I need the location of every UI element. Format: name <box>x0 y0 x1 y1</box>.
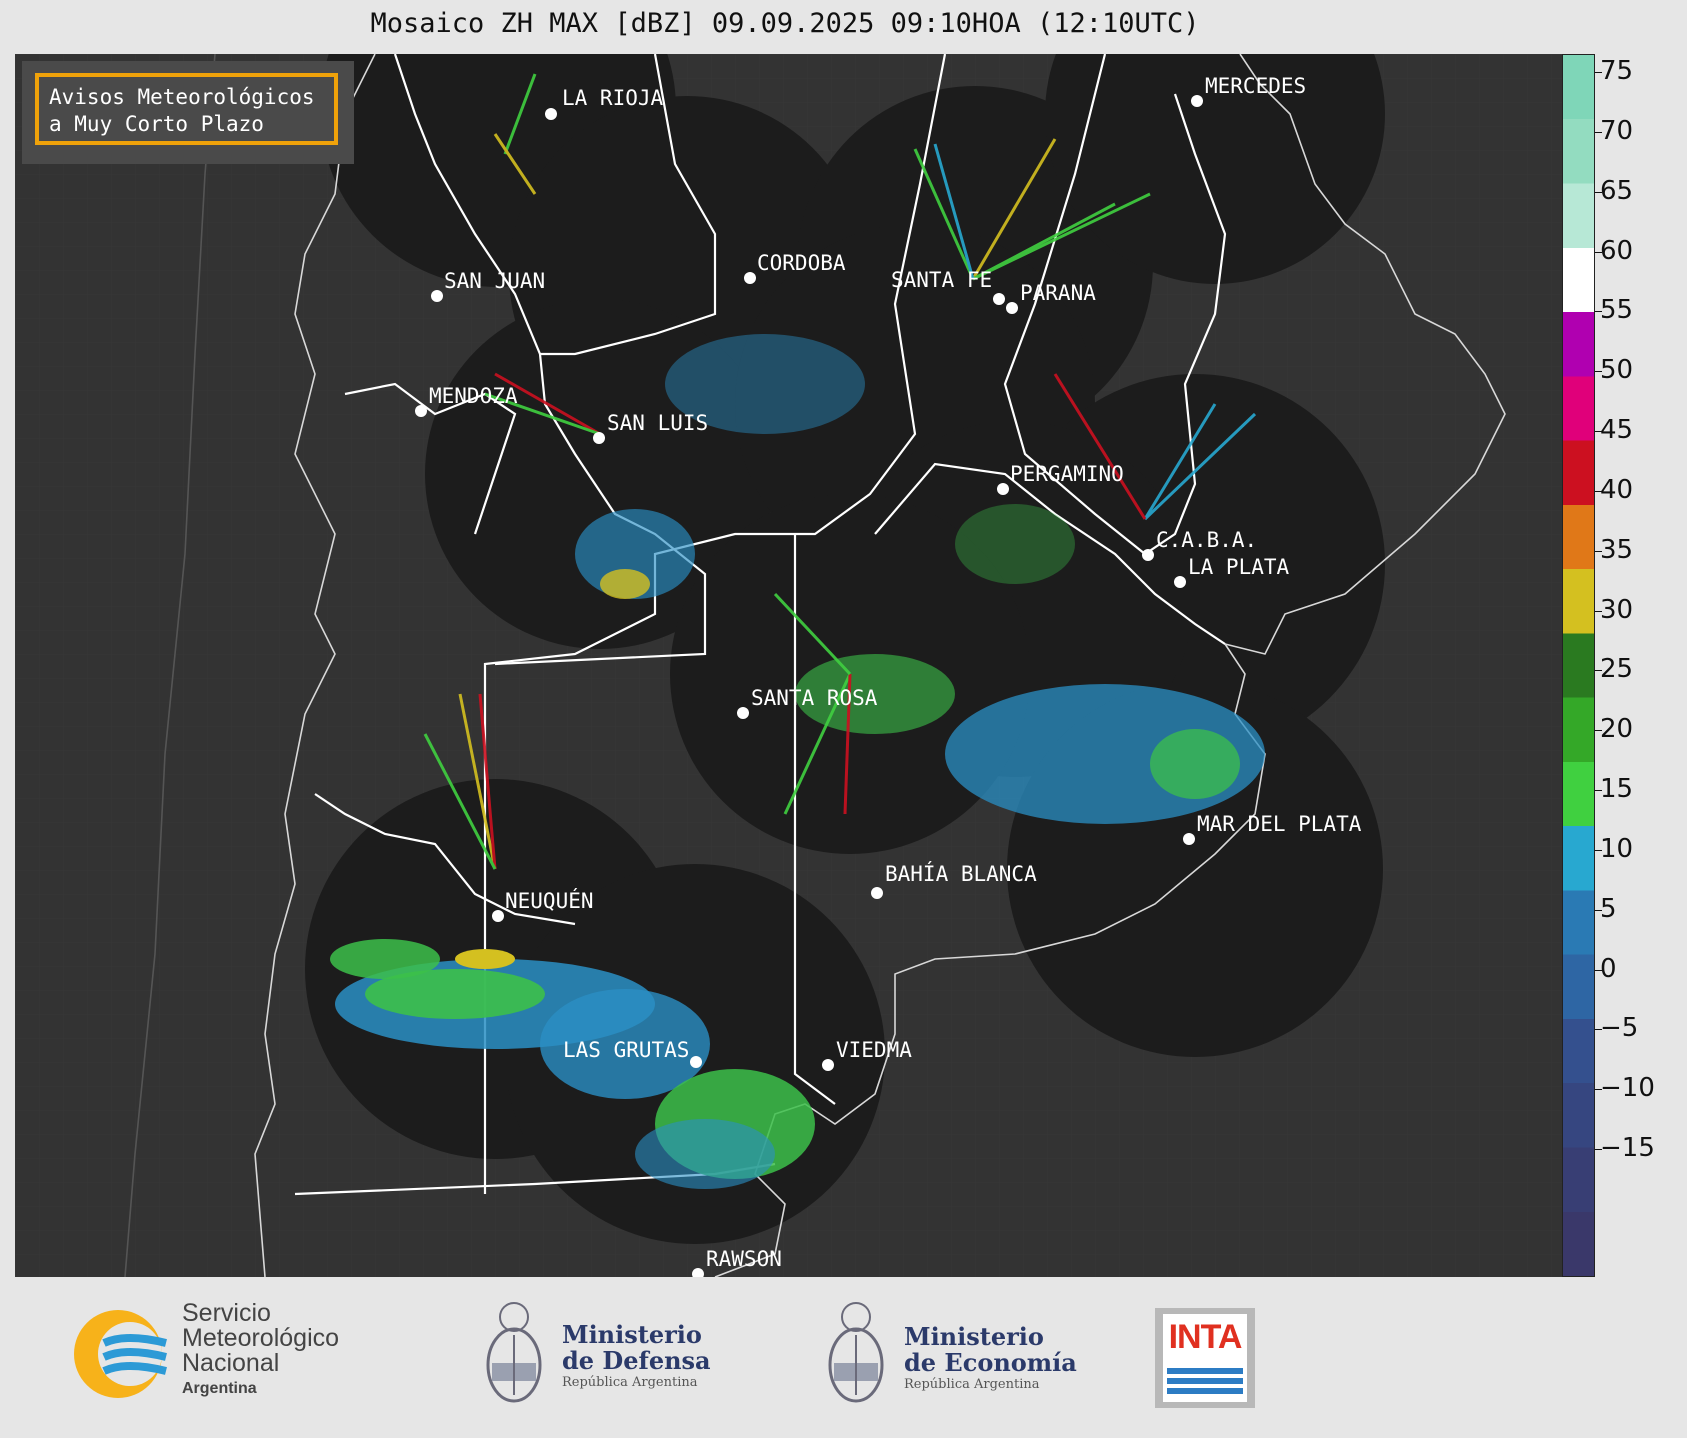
city-label-bahia-blanca: BAHÍA BLANCA <box>885 862 1037 886</box>
defensa-coat-of-arms-icon <box>486 1302 542 1403</box>
city-dot-mendoza <box>415 405 427 417</box>
city-dot-santa-fe <box>993 293 1005 305</box>
city-label-santa-fe: SANTA FE <box>891 268 993 292</box>
city-label-pergamino: PERGAMINO <box>1010 462 1124 486</box>
colorbar-tick-label: 40 <box>1600 474 1634 505</box>
economia-line1: Ministerio <box>904 1322 1044 1351</box>
smn-name: Servicio Meteorológico Nacional Argentin… <box>182 1301 339 1401</box>
economia-line3: República Argentina <box>904 1377 1040 1392</box>
city-label-mercedes: MERCEDES <box>1205 74 1307 98</box>
city-dot-san-juan <box>431 290 443 302</box>
inta-logo: INTA <box>1155 1308 1255 1408</box>
colorbar-tick-label: 70 <box>1600 115 1634 146</box>
city-dot-santa-rosa <box>737 707 749 719</box>
city-label-la-rioja: LA RIOJA <box>562 86 664 110</box>
city-dot-la-rioja <box>545 108 557 120</box>
colorbar-tick-label: 45 <box>1600 415 1634 445</box>
city-dot-cordoba <box>744 272 756 284</box>
defensa-line3: República Argentina <box>562 1375 698 1390</box>
colorbar-tick-label: 0 <box>1600 953 1617 984</box>
city-label-viedma: VIEDMA <box>836 1038 912 1062</box>
city-label-santa-rosa: SANTA ROSA <box>751 686 878 710</box>
economia-name: Ministerio de Economía República Argenti… <box>904 1324 1077 1394</box>
city-dot-la-plata <box>1174 576 1186 588</box>
colorbar-tick-label: −15 <box>1600 1133 1655 1163</box>
advisory-box[interactable]: Avisos Meteorológicos a Muy Corto Plazo <box>35 73 338 145</box>
city-dot-mar-del-plata <box>1183 833 1195 845</box>
colorbar <box>1562 54 1595 1277</box>
smn-line4: Argentina <box>182 1380 257 1397</box>
city-dot-mercedes <box>1191 95 1203 107</box>
city-dot-caba <box>1142 549 1154 561</box>
colorbar-tick-label: −10 <box>1600 1073 1655 1104</box>
city-dot-pergamino <box>997 483 1009 495</box>
colorbar-tick-label: 5 <box>1600 893 1617 924</box>
colorbar-tick-label: 55 <box>1600 295 1634 326</box>
colorbar-tick-label: 30 <box>1600 594 1634 625</box>
city-dot-viedma <box>822 1059 834 1071</box>
colorbar-tick-label: 20 <box>1600 714 1634 745</box>
economia-line2: de Economía <box>904 1348 1077 1377</box>
colorbar-tick-label: 60 <box>1600 235 1634 266</box>
advisory-line2: a Muy Corto Plazo <box>49 112 264 136</box>
defensa-line1: Ministerio <box>562 1320 702 1349</box>
colorbar-tick-label: 50 <box>1600 355 1634 386</box>
economia-coat-of-arms-icon <box>828 1302 884 1403</box>
defensa-name: Ministerio de Defensa República Argentin… <box>562 1322 711 1392</box>
footer: Servicio Meteorológico Nacional Argentin… <box>0 1277 1687 1438</box>
colorbar-tick-label: 75 <box>1600 56 1634 86</box>
colorbar-tick-label: 15 <box>1600 774 1634 804</box>
colorbar-tick-label: 65 <box>1600 175 1634 206</box>
city-label-san-juan: SAN JUAN <box>444 269 546 293</box>
city-label-caba: C.A.B.A. <box>1156 528 1258 552</box>
city-dot-san-luis <box>593 432 605 444</box>
colorbar-tick-label: 10 <box>1600 833 1634 864</box>
city-label-parana: PARANA <box>1020 281 1096 305</box>
city-dot-neuquen <box>492 910 504 922</box>
city-label-las-grutas: LAS GRUTAS <box>563 1038 690 1062</box>
colorbar-tick-label: 25 <box>1600 654 1634 685</box>
smn-line2: Meteorológico <box>182 1324 340 1352</box>
smn-line1: Servicio <box>182 1299 271 1327</box>
city-label-mar-del-plata: MAR DEL PLATA <box>1197 812 1362 836</box>
smn-logo-icon <box>74 1310 167 1398</box>
colorbar-tick-label: 35 <box>1600 534 1634 565</box>
city-dot-bahia-blanca <box>871 887 883 899</box>
city-label-san-luis: SAN LUIS <box>607 411 709 435</box>
smn-line3: Nacional <box>182 1349 280 1377</box>
inta-label: INTA <box>1168 1318 1243 1356</box>
city-label-neuquen: NEUQUÉN <box>505 889 594 913</box>
map-title: Mosaico ZH MAX [dBZ] 09.09.2025 09:10HOA… <box>370 8 1200 39</box>
city-label-la-plata: LA PLATA <box>1188 555 1290 579</box>
colorbar-tick-label: −5 <box>1600 1013 1639 1044</box>
city-dot-parana <box>1006 302 1018 314</box>
city-label-cordoba: CORDOBA <box>757 251 846 275</box>
city-label-mendoza: MENDOZA <box>429 384 518 408</box>
defensa-line2: de Defensa <box>562 1346 711 1375</box>
city-dot-las-grutas <box>690 1056 702 1068</box>
advisory-line1: Avisos Meteorológicos <box>49 85 315 109</box>
city-label-rawson: RAWSON <box>706 1247 782 1271</box>
radar-map[interactable] <box>15 54 1562 1277</box>
